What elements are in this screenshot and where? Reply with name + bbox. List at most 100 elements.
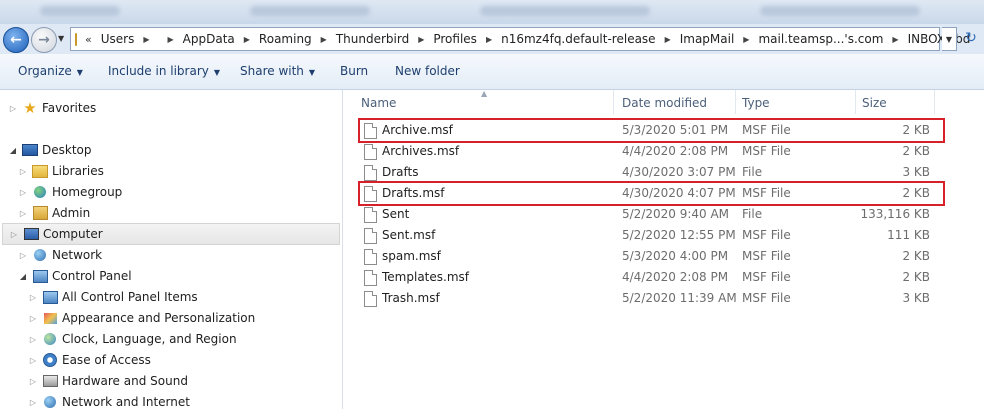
recent-pages-dropdown[interactable]: ▼ bbox=[58, 34, 64, 43]
nav-label: Network bbox=[52, 248, 103, 262]
address-row: ← → ▼ « Users ▶ ▶ AppData ▶ Roaming ▶ Th… bbox=[0, 24, 984, 54]
star-icon: ★ bbox=[23, 99, 37, 117]
file-name: Sent bbox=[382, 207, 410, 221]
crumb-users[interactable]: Users bbox=[101, 32, 135, 46]
nav-item-ease-of-access[interactable]: ▷ Ease of Access bbox=[28, 350, 151, 370]
crumb-separator-icon[interactable]: ▶ bbox=[743, 35, 749, 44]
collapse-arrow-icon[interactable]: ◢ bbox=[18, 272, 28, 281]
crumb-separator-icon[interactable]: ▶ bbox=[321, 35, 327, 44]
file-row[interactable]: Sent 5/2/2020 9:40 AM File 133,116 KB bbox=[361, 204, 941, 224]
file-row[interactable]: Templates.msf 4/4/2020 2:08 PM MSF File … bbox=[361, 267, 941, 287]
file-row[interactable]: Sent.msf 5/2/2020 12:55 PM MSF File 111 … bbox=[361, 225, 941, 245]
appearance-icon bbox=[42, 311, 58, 325]
crumb-thunderbird[interactable]: Thunderbird bbox=[336, 32, 409, 46]
nav-label: Desktop bbox=[42, 143, 92, 157]
nav-item-homegroup[interactable]: ▷ Homegroup bbox=[18, 182, 122, 202]
crumb-mail-server[interactable]: mail.teamsp...'s.com bbox=[758, 32, 883, 46]
homegroup-icon bbox=[32, 185, 48, 199]
chevron-down-icon: ▼ bbox=[213, 68, 221, 77]
navigation-pane: ▷ ★ Favorites ◢ Desktop ▷ Libraries ▷ Ho… bbox=[0, 90, 343, 409]
nav-label: Homegroup bbox=[52, 185, 123, 199]
nav-item-clock-language-region[interactable]: ▷ Clock, Language, and Region bbox=[28, 329, 237, 349]
libraries-icon bbox=[32, 164, 48, 178]
expand-arrow-icon[interactable]: ▷ bbox=[28, 398, 38, 407]
nav-item-network-and-internet[interactable]: ▷ Network and Internet bbox=[28, 392, 190, 409]
crumb-imapmail[interactable]: ImapMail bbox=[680, 32, 735, 46]
nav-label: Computer bbox=[43, 227, 103, 241]
crumb-profiles[interactable]: Profiles bbox=[433, 32, 477, 46]
nav-item-computer[interactable]: ▷ Computer bbox=[2, 223, 340, 245]
include-in-library-button[interactable]: Include in library ▼ bbox=[108, 64, 220, 78]
crumb-profile-folder[interactable]: n16mz4fq.default-release bbox=[501, 32, 655, 46]
crumb-appdata[interactable]: AppData bbox=[183, 32, 235, 46]
column-header-name[interactable]: Name bbox=[361, 93, 396, 113]
new-folder-label: New folder bbox=[395, 64, 460, 78]
control-panel-icon bbox=[32, 269, 48, 283]
nav-item-appearance[interactable]: ▷ Appearance and Personalization bbox=[28, 308, 255, 328]
file-type: File bbox=[742, 165, 763, 179]
nav-item-admin[interactable]: ▷ Admin bbox=[18, 203, 90, 223]
file-size: 133,116 KB bbox=[860, 207, 930, 221]
file-icon bbox=[364, 228, 377, 244]
expand-arrow-icon[interactable]: ▷ bbox=[18, 209, 28, 218]
nav-label: Admin bbox=[52, 206, 91, 220]
crumb-separator-icon[interactable]: ▶ bbox=[168, 35, 174, 44]
column-divider[interactable] bbox=[613, 90, 614, 114]
back-button[interactable]: ← bbox=[3, 27, 29, 53]
column-header-size[interactable]: Size bbox=[862, 93, 887, 113]
column-divider[interactable] bbox=[855, 90, 856, 114]
crumb-separator-icon[interactable]: ▶ bbox=[665, 35, 671, 44]
column-date-label: Date modified bbox=[622, 96, 708, 110]
column-divider[interactable] bbox=[735, 90, 736, 114]
file-type: MSF File bbox=[742, 270, 791, 284]
crumb-separator-icon[interactable]: ▶ bbox=[244, 35, 250, 44]
crumb-separator-icon[interactable]: ▶ bbox=[486, 35, 492, 44]
nav-item-desktop[interactable]: ◢ Desktop bbox=[8, 140, 92, 160]
file-icon bbox=[364, 249, 377, 265]
expand-arrow-icon[interactable]: ▷ bbox=[8, 104, 18, 113]
column-divider[interactable] bbox=[934, 90, 935, 114]
expand-arrow-icon[interactable]: ▷ bbox=[28, 335, 38, 344]
nav-item-all-control-panel-items[interactable]: ▷ All Control Panel Items bbox=[28, 287, 198, 307]
file-type: MSF File bbox=[742, 291, 791, 305]
file-icon bbox=[364, 165, 377, 181]
expand-arrow-icon[interactable]: ▷ bbox=[9, 230, 19, 239]
expand-arrow-icon[interactable]: ▷ bbox=[28, 293, 38, 302]
expand-arrow-icon[interactable]: ▷ bbox=[18, 188, 28, 197]
address-dropdown-button[interactable]: ▼ bbox=[942, 27, 957, 51]
file-row[interactable]: Drafts 4/30/2020 3:07 PM File 3 KB bbox=[361, 162, 941, 182]
crumb-separator-icon[interactable]: ▶ bbox=[143, 35, 149, 44]
expand-arrow-icon[interactable]: ▷ bbox=[28, 314, 38, 323]
nav-item-network[interactable]: ▷ Network bbox=[18, 245, 102, 265]
crumb-separator-icon[interactable]: ▶ bbox=[418, 35, 424, 44]
expand-arrow-icon[interactable]: ▷ bbox=[28, 377, 38, 386]
file-icon bbox=[364, 270, 377, 286]
new-folder-button[interactable]: New folder bbox=[395, 64, 460, 78]
expand-arrow-icon[interactable]: ▷ bbox=[18, 251, 28, 260]
file-row[interactable]: spam.msf 5/3/2020 4:00 PM MSF File 2 KB bbox=[361, 246, 941, 266]
forward-button[interactable]: → bbox=[31, 27, 57, 53]
organize-button[interactable]: Organize ▼ bbox=[18, 64, 83, 78]
expand-arrow-icon[interactable]: ▷ bbox=[18, 167, 28, 176]
address-bar[interactable]: « Users ▶ ▶ AppData ▶ Roaming ▶ Thunderb… bbox=[70, 27, 970, 51]
nav-item-libraries[interactable]: ▷ Libraries bbox=[18, 161, 104, 181]
column-header-date[interactable]: Date modified bbox=[622, 93, 707, 113]
crumb-separator-icon[interactable]: ▶ bbox=[892, 35, 898, 44]
file-row[interactable]: Archives.msf 4/4/2020 2:08 PM MSF File 2… bbox=[361, 141, 941, 161]
nav-item-control-panel[interactable]: ◢ Control Panel bbox=[18, 266, 132, 286]
burn-button[interactable]: Burn bbox=[340, 64, 368, 78]
collapse-arrow-icon[interactable]: ◢ bbox=[8, 146, 18, 155]
expand-arrow-icon[interactable]: ▷ bbox=[28, 356, 38, 365]
column-header-type[interactable]: Type bbox=[742, 93, 770, 113]
file-row[interactable]: Trash.msf 5/2/2020 11:39 AM MSF File 3 K… bbox=[361, 288, 941, 308]
crumb-roaming[interactable]: Roaming bbox=[259, 32, 312, 46]
file-date: 5/2/2020 12:55 PM bbox=[622, 228, 736, 242]
refresh-icon[interactable]: ↻ bbox=[960, 27, 982, 49]
nav-item-hardware-and-sound[interactable]: ▷ Hardware and Sound bbox=[28, 371, 188, 391]
nav-label: Network and Internet bbox=[62, 395, 190, 409]
share-with-button[interactable]: Share with ▼ bbox=[240, 64, 315, 78]
control-panel-icon bbox=[42, 290, 58, 304]
address-overflow-chevron[interactable]: « bbox=[85, 33, 92, 46]
nav-label: Favorites bbox=[42, 101, 97, 115]
nav-item-favorites[interactable]: ▷ ★ Favorites bbox=[8, 98, 96, 118]
